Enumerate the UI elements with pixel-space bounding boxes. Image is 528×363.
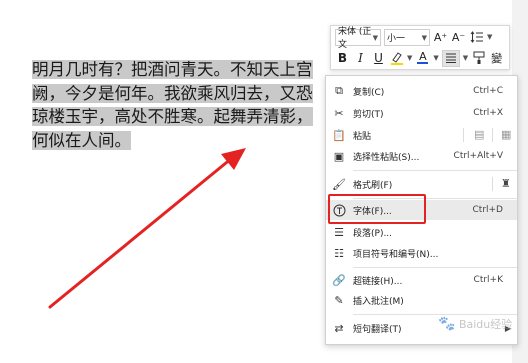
divider — [492, 177, 493, 191]
menu-item-label: 剪切(T) — [353, 109, 384, 120]
comment-icon: ✎ — [334, 293, 344, 307]
menu-item-label: 复制(C) — [353, 87, 385, 98]
line-spacing-button[interactable] — [469, 29, 484, 46]
chevron-down-icon: ▼ — [421, 33, 427, 42]
link-icon: 🔗 — [332, 273, 346, 287]
mini-format-toolbar: 宋体 (正文 ▼ 小一 ▼ A⁺ A⁻ ▼ B I U ▼ A ▼ ▼ 變 — [330, 25, 510, 70]
menu-item-cut[interactable]: ✂ 剪切(T) Ctrl+X — [326, 103, 517, 123]
format-painter-icon — [473, 51, 485, 64]
bold-button[interactable]: B — [335, 50, 350, 67]
paw-logo-icon: 🐾 — [438, 316, 456, 332]
bold-icon: B — [337, 51, 348, 65]
paste-special-icon: ▣ — [333, 149, 345, 163]
underline-icon: U — [374, 51, 383, 65]
italic-icon: I — [358, 51, 363, 65]
phonetic-guide-button[interactable]: 變 — [489, 50, 504, 67]
line-spacing-icon — [470, 31, 483, 43]
divider — [492, 128, 493, 142]
grow-font-button[interactable]: A⁺ — [433, 29, 448, 46]
menu-separator — [353, 267, 517, 268]
menu-separator — [353, 314, 517, 315]
align-button[interactable] — [441, 49, 460, 67]
menu-item-paste-special[interactable]: ▣ 选择性粘贴(S)... Ctrl+Alt+V — [326, 146, 517, 166]
font-name-select[interactable]: 宋体 (正文 ▼ — [335, 27, 381, 50]
align-justify-icon — [445, 53, 456, 63]
annotation-highlight-box — [328, 194, 426, 224]
menu-item-hyperlink[interactable]: 🔗 超链接(H)... Ctrl+K — [326, 270, 517, 290]
menu-item-shortcut: Ctrl+Alt+V — [453, 151, 503, 161]
italic-button[interactable]: I — [353, 50, 368, 67]
menu-item-label: 短句翻译(T) — [353, 324, 402, 335]
menu-item-label: 选择性粘贴(S)... — [353, 152, 420, 163]
highlighter-icon — [390, 52, 403, 65]
menu-item-format-painter[interactable]: 🖌 格式刷(F) ♜ — [326, 174, 517, 194]
menu-item-shortcut: Ctrl+X — [473, 108, 503, 118]
watermark: 🐾 Baidu经验 — [438, 316, 512, 332]
menu-item-label: 插入批注(M) — [353, 296, 404, 307]
grow-font-icon: A⁺ — [433, 30, 448, 44]
format-painter-button[interactable] — [471, 50, 486, 67]
menu-item-label: 段落(P)... — [353, 228, 393, 239]
menu-separator — [353, 170, 517, 171]
font-color-swatch — [417, 62, 429, 64]
font-size-value: 小一 — [387, 33, 406, 44]
highlight-button[interactable] — [389, 50, 404, 67]
menu-item-label: 格式刷(F) — [353, 180, 393, 191]
font-color-button[interactable]: A — [415, 50, 430, 67]
chevron-down-icon[interactable]: ▼ — [407, 54, 412, 62]
underline-button[interactable]: U — [371, 50, 386, 67]
format-painter-pin-icon[interactable]: ♜ — [501, 177, 511, 190]
scissors-icon: ✂ — [334, 106, 344, 120]
translate-icon: ⇄ — [334, 321, 344, 335]
phonetic-guide-icon: 變 — [491, 52, 503, 65]
menu-item-bullets-numbering[interactable]: ☷ 项目符号和编号(N)... — [326, 243, 517, 263]
menu-item-paste[interactable]: 📋 粘贴 ▤ ▦ — [326, 125, 517, 145]
menu-item-shortcut: Ctrl+C — [473, 86, 503, 96]
format-painter-icon: 🖌 — [332, 177, 346, 191]
menu-item-label: 粘贴 — [353, 131, 372, 142]
divider — [463, 128, 464, 142]
chevron-down-icon: ▼ — [372, 33, 378, 42]
chevron-down-icon[interactable]: ▼ — [463, 54, 468, 62]
menu-item-shortcut: Ctrl+K — [473, 275, 503, 285]
font-size-select[interactable]: 小一 ▼ — [384, 28, 430, 46]
watermark-text: Baidu经验 — [458, 318, 513, 331]
paste-keep-format-icon[interactable]: ▤ — [474, 128, 484, 141]
paragraph-icon: ☰ — [334, 225, 344, 239]
menu-item-insert-comment[interactable]: ✎ 插入批注(M) — [326, 290, 517, 310]
paste-text-only-icon[interactable]: ▦ — [501, 128, 511, 141]
menu-item-label: 项目符号和编号(N)... — [353, 249, 439, 260]
bullet-list-icon: ☷ — [334, 246, 344, 260]
font-color-icon: A — [419, 50, 427, 63]
menu-item-shortcut: Ctrl+D — [472, 205, 504, 215]
chevron-down-icon[interactable]: ▼ — [487, 33, 492, 41]
menu-item-label: 超链接(H)... — [353, 276, 403, 287]
menu-item-copy[interactable]: ⧉ 复制(C) Ctrl+C — [326, 81, 517, 101]
menu-item-paragraph[interactable]: ☰ 段落(P)... — [326, 222, 517, 242]
chevron-down-icon[interactable]: ▼ — [433, 54, 438, 62]
shrink-font-button[interactable]: A⁻ — [451, 29, 466, 46]
copy-icon: ⧉ — [335, 84, 343, 97]
clipboard-icon: 📋 — [332, 128, 346, 142]
shrink-font-icon: A⁻ — [451, 30, 466, 44]
